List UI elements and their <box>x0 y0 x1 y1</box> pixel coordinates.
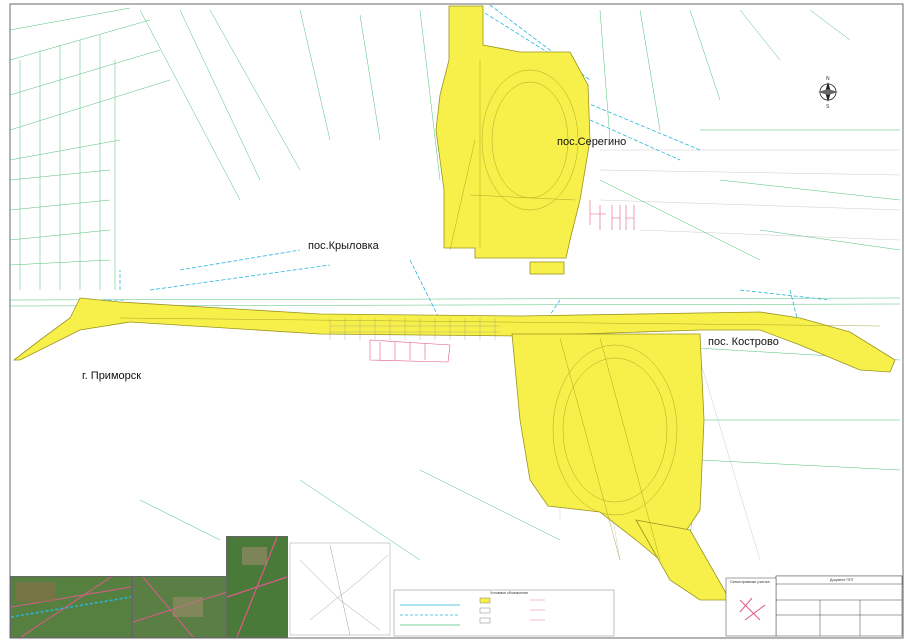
satellite-inset-2 <box>132 576 228 638</box>
compass-south-label: S <box>826 104 830 110</box>
stamp-caption: Документ ППТ <box>830 578 854 582</box>
satellite-inset-3 <box>226 536 288 638</box>
satellite-inset-1 <box>10 576 132 638</box>
scheme-box <box>725 577 777 637</box>
map-canvas[interactable] <box>0 0 905 640</box>
legend-box <box>393 589 615 637</box>
legend-title: Условные обозначения <box>490 591 528 595</box>
place-label-seregino: пос.Серегино <box>557 136 627 148</box>
place-label-primorsk: г. Приморск <box>82 370 142 382</box>
overview-sketch <box>289 542 391 636</box>
scheme-title: Схема привязки участка <box>730 580 770 584</box>
place-label-kostrovo: пос. Кострово <box>708 336 779 348</box>
place-label-krylovka: пос.Крыловка <box>308 240 379 252</box>
compass-north-label: N <box>826 76 830 82</box>
title-block <box>775 575 903 637</box>
